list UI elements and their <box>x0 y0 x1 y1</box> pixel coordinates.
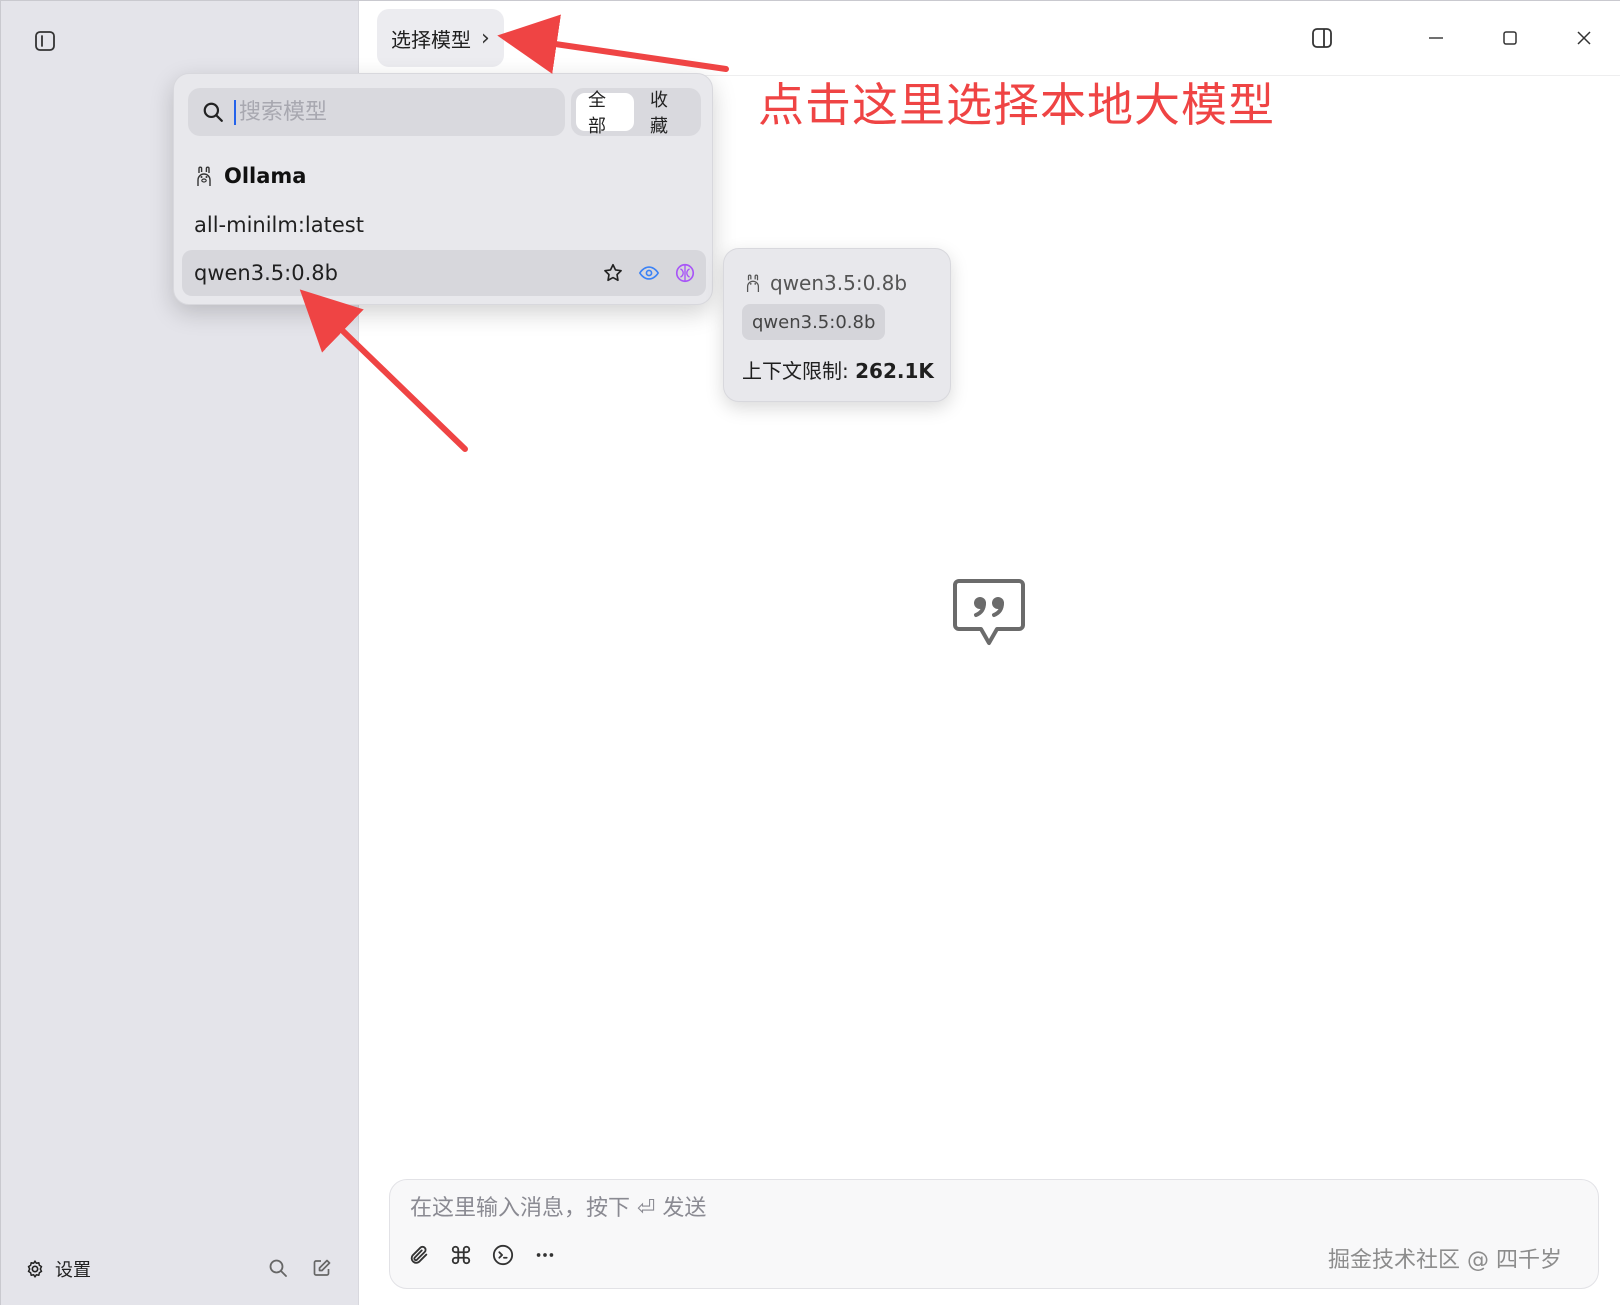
ollama-llama-icon <box>746 274 760 292</box>
tab-all[interactable]: 全部 <box>576 90 634 137</box>
provider-group-header: Ollama <box>194 164 306 188</box>
edit-icon <box>313 1259 331 1276</box>
ollama-llama-icon <box>197 166 211 186</box>
toggle-right-panel-button[interactable] <box>1285 13 1359 63</box>
model-option-icons <box>602 250 696 296</box>
close-button[interactable] <box>1547 13 1620 63</box>
gear-icon <box>27 1260 43 1278</box>
composer-toolbar <box>408 1244 556 1266</box>
app-window: 设置 选择模型 › 在这里输入消息，按下 ⏎ 发送 搜索模型 全部 收藏 Oll… <box>0 0 1620 1305</box>
model-option[interactable]: all-minilm:latest <box>182 202 706 248</box>
model-option[interactable]: qwen3.5:0.8b <box>182 250 706 296</box>
settings-button[interactable]: 设置 <box>25 1256 91 1282</box>
more-icon <box>536 1253 554 1257</box>
tooltip-title: qwen3.5:0.8b <box>744 271 907 295</box>
search-icon <box>203 102 223 122</box>
model-search-box <box>188 88 565 136</box>
model-option-label: qwen3.5:0.8b <box>194 261 338 285</box>
minimize-button[interactable] <box>1399 13 1473 63</box>
command-icon <box>451 1245 471 1265</box>
context-limit-value: 262.1K <box>855 359 934 383</box>
model-selector-button[interactable]: 选择模型 › <box>377 9 504 67</box>
chat-quote-logo-icon <box>951 577 1027 653</box>
tooltip-context-limit: 上下文限制: 262.1K <box>742 355 934 384</box>
brain-icon <box>675 263 695 283</box>
star-icon[interactable] <box>602 262 624 284</box>
annotation-text: 点击这里选择本地大模型 <box>758 78 1275 132</box>
sidebar-toggle-button[interactable] <box>33 29 57 53</box>
message-input[interactable] <box>410 1196 1510 1221</box>
window-controls <box>1285 13 1620 63</box>
maximize-button[interactable] <box>1473 13 1547 63</box>
tooltip-model-name: qwen3.5:0.8b <box>770 271 908 295</box>
search-icon <box>269 1259 287 1277</box>
tab-favorites[interactable]: 收藏 <box>638 90 696 137</box>
model-picker-popup: 全部 收藏 Ollama all-minilm:latest qwen3.5:0… <box>173 73 713 305</box>
provider-name: Ollama <box>224 164 307 188</box>
command-button[interactable] <box>450 1244 472 1266</box>
model-filter-tabs: 全部 收藏 <box>571 88 701 137</box>
model-info-tooltip: qwen3.5:0.8b qwen3.5:0.8b 上下文限制: 262.1K <box>723 248 951 402</box>
sidebar-toggle-icon <box>35 31 55 51</box>
close-icon <box>1577 31 1591 45</box>
terminal-icon <box>492 1244 514 1266</box>
right-panel-icon <box>1312 28 1332 48</box>
sidebar-bottom-actions <box>267 1257 333 1279</box>
tooltip-model-tag: qwen3.5:0.8b <box>742 304 886 340</box>
search-button[interactable] <box>267 1257 289 1279</box>
model-search-input[interactable] <box>234 99 534 125</box>
maximize-icon <box>1503 31 1517 45</box>
settings-label: 设置 <box>55 1260 91 1281</box>
model-selector-label: 选择模型 <box>391 27 471 52</box>
watermark: 掘金技术社区 @ 四千岁 <box>1328 1248 1562 1273</box>
chevron-right-icon: › <box>481 25 490 51</box>
new-chat-button[interactable] <box>311 1257 333 1279</box>
minimize-icon <box>1429 37 1443 39</box>
model-option-label: all-minilm:latest <box>194 213 364 237</box>
eye-icon <box>638 266 660 280</box>
more-button[interactable] <box>534 1244 556 1266</box>
context-limit-label: 上下文限制: <box>742 359 856 383</box>
paperclip-icon <box>410 1245 428 1264</box>
terminal-button[interactable] <box>492 1244 514 1266</box>
attach-button[interactable] <box>408 1244 430 1266</box>
